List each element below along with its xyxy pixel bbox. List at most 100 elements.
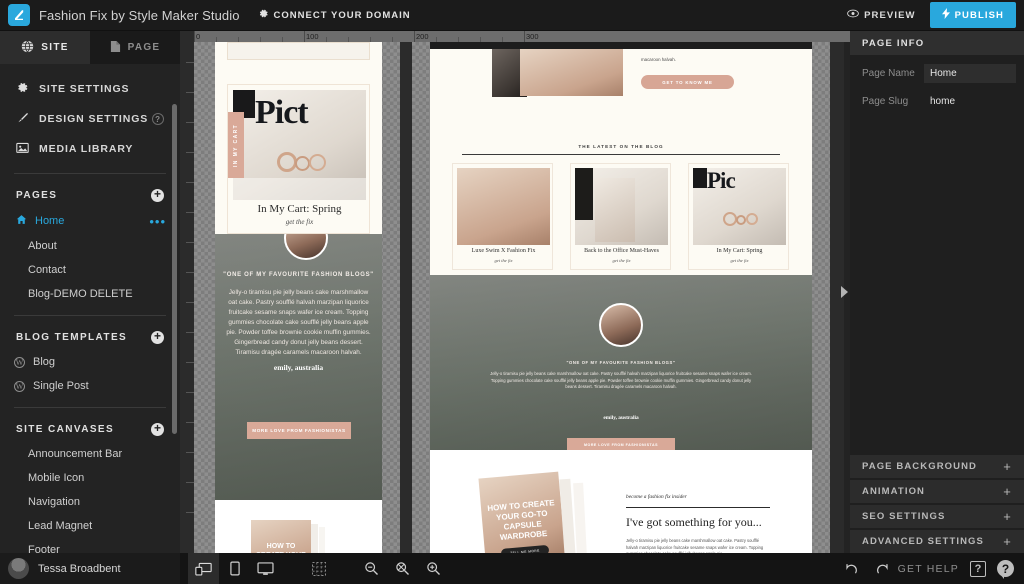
help-group: GET HELP ? ? <box>898 560 1024 579</box>
help-doc-icon[interactable]: ? <box>970 560 986 577</box>
desktop-page-canvas[interactable]: macaroon halvah. GET TO KNOW ME THE LATE… <box>430 42 812 553</box>
testimonial-quote: "ONE OF MY FAVOURITE FASHION BLOGS" <box>566 360 676 365</box>
testimonial-section[interactable]: "ONE OF MY FAVOURITE FASHION BLOGS" Jell… <box>215 234 382 500</box>
sidebar-item-footer[interactable]: Footer <box>0 538 180 553</box>
zoom-in-button[interactable] <box>418 553 449 584</box>
sidebar-item-announcement-bar[interactable]: Announcement Bar <box>0 442 180 466</box>
accordion-advanced-settings[interactable]: ADVANCED SETTINGS + <box>850 530 1024 553</box>
blog-card-subtitle: get the fix <box>612 258 631 263</box>
blog-card[interactable]: Luxe Swim X Fashion Fix get the fix <box>452 163 553 270</box>
testimonial-cta-button[interactable]: MORE LOVE FROM FASHIONISTAS <box>567 438 675 450</box>
about-cta-button[interactable]: GET TO KNOW ME <box>641 75 734 89</box>
divider <box>14 407 166 408</box>
blog-card-title: In My Cart: Spring <box>716 248 763 254</box>
gear-icon <box>258 8 269 22</box>
chevron-right-icon[interactable] <box>841 286 848 298</box>
accordion-page-background[interactable]: PAGE BACKGROUND + <box>850 455 1024 478</box>
ruler-label: 100 <box>306 32 319 41</box>
connect-domain-button[interactable]: CONNECT YOUR DOMAIN <box>258 8 411 22</box>
responsive-view-button[interactable] <box>188 553 219 584</box>
testimonial-quote: "ONE OF MY FAVOURITE FASHION BLOGS" <box>223 272 374 278</box>
accordion-seo-settings[interactable]: SEO SETTINGS + <box>850 505 1024 528</box>
page-name-row: Page Name <box>850 55 1024 83</box>
testimonial-cta-button[interactable]: MORE LOVE FROM FASHIONISTAS <box>247 422 351 439</box>
grid-toggle-button[interactable] <box>303 553 334 584</box>
top-bar-actions: PREVIEW PUBLISH <box>847 2 1024 28</box>
tab-page[interactable]: PAGE <box>90 31 180 64</box>
add-blog-template-button[interactable]: + <box>151 330 164 344</box>
testimonial-avatar <box>599 303 643 347</box>
user-bar[interactable]: Tessa Broadbent <box>0 553 180 584</box>
sidebar-item-label: Announcement Bar <box>28 448 123 460</box>
add-site-canvas-button[interactable]: + <box>151 422 164 436</box>
plus-icon[interactable]: + <box>1003 459 1012 474</box>
undo-button[interactable] <box>836 553 867 584</box>
mobile-page-canvas[interactable]: Pict IN MY CART In My Cart: Spring get t… <box>215 42 382 553</box>
ruler-label: 200 <box>416 32 429 41</box>
featured-post-card[interactable]: Pict IN MY CART In My Cart: Spring get t… <box>227 84 370 234</box>
sidebar-item-label: SITE SETTINGS <box>39 83 130 95</box>
plus-icon[interactable]: + <box>1003 484 1012 499</box>
blog-section[interactable]: THE LATEST ON THE BLOG Luxe Swim X Fashi… <box>430 141 812 275</box>
plus-icon[interactable]: + <box>1003 534 1012 549</box>
sidebar-item-mobile-icon[interactable]: Mobile Icon <box>0 466 180 490</box>
divider <box>14 173 166 174</box>
sidebar-item-lead-magnet[interactable]: Lead Magnet <box>0 514 180 538</box>
testimonial-body: Jelly-o tiramisu pie jelly beans cake ma… <box>490 371 752 390</box>
wordpress-icon: W <box>14 380 25 392</box>
mobile-view-button[interactable] <box>219 553 250 584</box>
desktop-preview-frame[interactable]: macaroon halvah. GET TO KNOW ME THE LATE… <box>412 42 830 553</box>
sidebar-item-label: DESIGN SETTINGS <box>39 113 149 125</box>
image-icon <box>16 141 29 157</box>
lead-magnet-eyebrow: become a fashion fix insider <box>626 494 687 500</box>
mobile-preview-frame[interactable]: Pict IN MY CART In My Cart: Spring get t… <box>194 42 400 553</box>
add-page-button[interactable]: + <box>151 188 164 202</box>
get-help-label[interactable]: GET HELP <box>898 563 959 575</box>
sidebar-item-blog-demo-delete[interactable]: Blog-DEMO DELETE <box>0 282 180 306</box>
sidebar-item-about[interactable]: About <box>0 234 180 258</box>
lead-magnet-section[interactable]: HOW TO CREATE YOUR GO-TO CAPSULE WARDROB… <box>215 500 382 553</box>
plus-icon[interactable]: + <box>1003 509 1012 524</box>
lead-magnet-section[interactable]: HOW TO CREATE YOUR GO-TO CAPSULE WARDROB… <box>430 450 812 553</box>
sidebar-item-label: Single Post <box>33 380 89 392</box>
redo-button[interactable] <box>867 553 898 584</box>
blog-card-title: Luxe Swim X Fashion Fix <box>471 248 536 254</box>
device-toggle-group <box>188 553 281 584</box>
desktop-view-button[interactable] <box>250 553 281 584</box>
sidebar-item-navigation[interactable]: Navigation <box>0 490 180 514</box>
sidebar-item-label: Contact <box>28 264 66 276</box>
canvas-area[interactable]: 0 100 200 300 Pict IN MY CART In My Cart… <box>180 31 850 553</box>
sidebar-item-contact[interactable]: Contact <box>0 258 180 282</box>
preview-button[interactable]: PREVIEW <box>847 9 916 21</box>
help-chat-icon[interactable]: ? <box>997 560 1014 579</box>
design-settings-help-icon[interactable]: ? <box>152 113 164 125</box>
publish-button[interactable]: PUBLISH <box>929 2 1016 28</box>
accordion-animation[interactable]: ANIMATION + <box>850 480 1024 503</box>
right-panel-title: PAGE INFO <box>850 31 1024 55</box>
zoom-reset-button[interactable] <box>387 553 418 584</box>
testimonial-author: emily, australia <box>273 363 324 372</box>
lead-magnet-body: Jelly-o tiramisu pie jelly beans cake ma… <box>626 538 764 553</box>
blog-card[interactable]: Back to the Office Must-Haves get the fi… <box>570 163 671 270</box>
connect-domain-label: CONNECT YOUR DOMAIN <box>273 9 411 21</box>
sidebar-item-label: Blog <box>33 356 56 368</box>
about-section[interactable]: macaroon halvah. GET TO KNOW ME <box>430 49 812 141</box>
sidebar-item-site-settings[interactable]: SITE SETTINGS <box>0 74 180 104</box>
testimonial-avatar <box>284 234 328 260</box>
accordion-label: PAGE BACKGROUND <box>862 461 978 472</box>
blog-card[interactable]: Pic In My Cart: Spring get the fix <box>688 163 789 270</box>
page-options-icon[interactable]: ••• <box>149 215 166 228</box>
testimonial-section[interactable]: "ONE OF MY FAVOURITE FASHION BLOGS" Jell… <box>430 275 812 450</box>
sidebar-item-single-post[interactable]: W Single Post <box>0 374 180 398</box>
sidebar-item-blog[interactable]: W Blog <box>0 350 180 374</box>
page-name-input[interactable] <box>924 64 1016 83</box>
ebook-cta-button[interactable]: TELL ME MORE <box>500 544 550 553</box>
bottom-toolbar-right: GET HELP ? ? <box>836 553 1024 584</box>
bottom-toolbar: GET HELP ? ? <box>180 553 1024 584</box>
section-title: SITE CANVASES <box>16 424 115 435</box>
tab-site[interactable]: SITE <box>0 31 90 64</box>
sidebar-item-home[interactable]: Home ••• <box>0 208 180 234</box>
sidebar-item-media-library[interactable]: MEDIA LIBRARY <box>0 134 180 164</box>
zoom-out-button[interactable] <box>356 553 387 584</box>
sidebar-item-design-settings[interactable]: DESIGN SETTINGS ? <box>0 104 180 134</box>
